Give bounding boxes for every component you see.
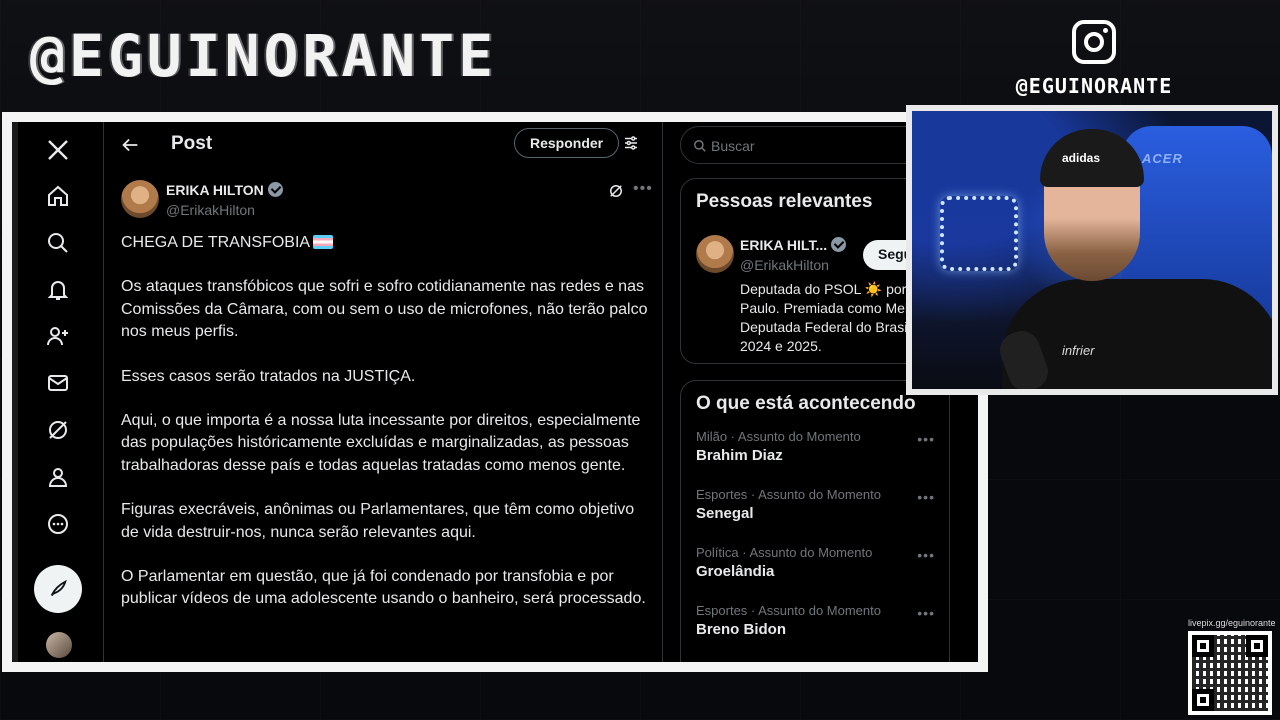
home-icon[interactable] xyxy=(38,176,78,216)
qr-corner xyxy=(1246,635,1268,657)
search-placeholder: Buscar xyxy=(711,138,755,154)
relevant-name-line[interactable]: ERIKA HILT... xyxy=(740,237,847,253)
messages-mail-icon[interactable] xyxy=(38,363,78,403)
post-heading: CHEGA DE TRANSFOBIA xyxy=(121,234,311,251)
post-text: CHEGA DE TRANSFOBIA Os ataques transfóbi… xyxy=(121,232,649,633)
relevant-handle[interactable]: @ErikakHilton xyxy=(740,257,829,273)
led-sign xyxy=(940,196,1018,271)
post-header: Post Responder xyxy=(105,122,662,168)
stream-brand-title: @EGUINORANTE xyxy=(30,22,498,90)
author-avatar[interactable] xyxy=(121,180,159,218)
post-paragraph: Aqui, o que importa é a nossa luta inces… xyxy=(121,412,641,474)
trend-name: Groelândia xyxy=(696,563,775,580)
author-name[interactable]: ERIKA HILTON xyxy=(166,182,264,198)
relevant-avatar[interactable] xyxy=(696,235,734,273)
trend-name: Breno Bidon xyxy=(696,621,786,638)
instagram-handle: @EGUINORANTE xyxy=(1015,74,1173,98)
livepix-qr-block: livepix.gg/eguinorante xyxy=(1188,618,1278,715)
back-arrow-icon[interactable] xyxy=(119,134,141,156)
trend-item[interactable]: Esportes · Assunto do Momento Breno Bido… xyxy=(681,601,949,659)
verified-badge-icon xyxy=(267,182,283,197)
chair-brand: ACER xyxy=(1142,151,1183,166)
search-icon[interactable] xyxy=(38,223,78,263)
x-logo-icon[interactable] xyxy=(38,130,78,170)
trans-flag-icon xyxy=(313,235,334,249)
trend-meta: Esportes · Assunto do Momento xyxy=(696,487,881,502)
post-paragraph: O Parlamentar em questão, que já foi con… xyxy=(121,568,646,608)
trend-meta: Esportes · Assunto do Momento xyxy=(696,603,881,618)
webcam-frame: ACER adidas infrier xyxy=(906,105,1278,395)
qr-label: livepix.gg/eguinorante xyxy=(1188,618,1276,628)
compose-post-button[interactable] xyxy=(34,565,82,613)
author-name-line[interactable]: ERIKA HILTON xyxy=(166,182,283,198)
trend-more-icon[interactable]: ••• xyxy=(917,431,935,447)
x-page: Post Responder ERIKA HILTON @ErikakHilto… xyxy=(12,122,978,662)
trend-more-icon[interactable]: ••• xyxy=(917,489,935,505)
post-paragraph: Figuras execráveis, anônimas ou Parlamen… xyxy=(121,501,635,541)
trend-meta: Política · Assunto do Momento xyxy=(696,545,873,560)
trend-item[interactable]: Política · Assunto do Momento Groelândia… xyxy=(681,543,949,601)
trend-meta: Milão · Assunto do Momento xyxy=(696,429,861,444)
post-paragraph: Esses casos serão tratados na JUSTIÇA. xyxy=(121,367,416,385)
post-more-icon[interactable]: ••• xyxy=(633,180,653,200)
browser-frame: Post Responder ERIKA HILTON @ErikakHilto… xyxy=(2,112,988,672)
account-avatar[interactable] xyxy=(46,632,72,658)
post-paragraph: Os ataques transfóbicos que sofri e sofr… xyxy=(121,278,648,341)
grok-explain-icon[interactable] xyxy=(607,182,625,200)
instagram-block: @EGUINORANTE xyxy=(996,20,1192,98)
post-author: ERIKA HILTON @ErikakHilton ••• xyxy=(121,178,652,222)
author-handle[interactable]: @ErikakHilton xyxy=(166,202,255,218)
filter-sliders-icon[interactable] xyxy=(622,134,640,152)
reply-button[interactable]: Responder xyxy=(514,128,620,158)
notifications-bell-icon[interactable] xyxy=(38,270,78,310)
post-column: Post Responder ERIKA HILTON @ErikakHilto… xyxy=(105,122,663,662)
instagram-icon xyxy=(1072,20,1116,64)
trend-item[interactable]: Milão · Assunto do Momento Brahim Diaz •… xyxy=(681,427,949,485)
feather-icon xyxy=(50,579,67,597)
page-title: Post xyxy=(171,133,213,154)
beanie-logo: adidas xyxy=(1062,151,1101,165)
follow-add-user-icon[interactable] xyxy=(38,316,78,356)
shirt-print: infrier xyxy=(1062,343,1095,358)
more-options-icon[interactable] xyxy=(38,504,78,544)
relevant-name[interactable]: ERIKA HILT... xyxy=(740,237,827,253)
search-icon xyxy=(694,140,706,152)
qr-corner xyxy=(1192,635,1214,657)
trend-more-icon[interactable]: ••• xyxy=(917,547,935,563)
trend-more-icon[interactable]: ••• xyxy=(917,605,935,621)
verified-badge-icon xyxy=(831,237,847,252)
grok-icon[interactable] xyxy=(38,410,78,450)
trend-name: Senegal xyxy=(696,505,754,522)
profile-person-icon[interactable] xyxy=(38,457,78,497)
trends-card: O que está acontecendo Milão · Assunto d… xyxy=(680,380,950,662)
trend-name: Brahim Diaz xyxy=(696,447,783,464)
qr-corner xyxy=(1192,689,1214,711)
left-nav xyxy=(18,122,104,662)
qr-code xyxy=(1188,631,1272,715)
webcam-feed: ACER adidas infrier xyxy=(912,111,1272,389)
trend-item[interactable]: Esportes · Assunto do Momento Senegal ••… xyxy=(681,485,949,543)
